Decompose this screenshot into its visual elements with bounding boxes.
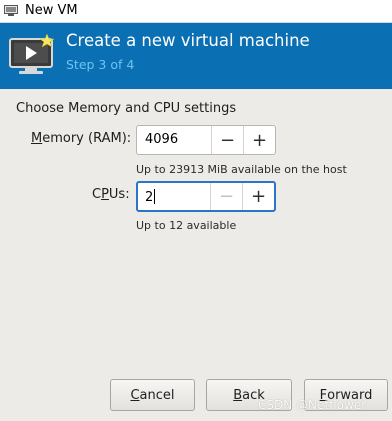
cancel-mnemonic: C [130,387,140,403]
cpus-label-prefix: C [92,187,102,202]
cancel-button[interactable]: Cancel [110,379,195,411]
cpus-label-text: Us: [108,187,130,202]
memory-label-mnemonic: M [31,131,43,146]
wizard-title: Create a new virtual machine [66,31,310,50]
memory-label-text: emory (RAM): [42,131,132,146]
cpus-decrement-button[interactable]: − [210,183,242,210]
cpus-hint: Up to 12 available [136,219,237,232]
cpus-label: CPUs: [92,187,130,202]
cpus-label-mnemonic: P [101,187,109,202]
watermark: CSDN @Netflower [258,398,367,412]
window-titlebar[interactable]: New VM [0,0,392,23]
cpus-input[interactable]: 2 [145,189,156,206]
text-cursor [154,189,156,204]
memory-input[interactable]: 4096 [145,132,178,148]
memory-label: Memory (RAM): [31,131,131,146]
cpus-spinbox[interactable]: 2 − + [136,181,276,212]
wizard-step-indicator: Step 3 of 4 [66,57,135,72]
new-vm-icon [9,33,55,74]
virt-manager-app-icon [4,5,18,16]
memory-hint: Up to 23913 MiB available on the host [136,163,347,176]
back-mnemonic: B [233,387,243,403]
window-title: New VM [25,3,78,18]
memory-increment-button[interactable]: + [243,126,275,154]
cpus-input-value: 2 [145,190,154,205]
memory-decrement-button[interactable]: − [211,126,243,154]
memory-spinbox[interactable]: 4096 − + [136,125,276,155]
section-label: Choose Memory and CPU settings [16,101,237,116]
wizard-header: Create a new virtual machine Step 3 of 4 [0,23,392,89]
cpus-increment-button[interactable]: + [242,183,274,210]
cancel-label: ancel [139,387,175,403]
